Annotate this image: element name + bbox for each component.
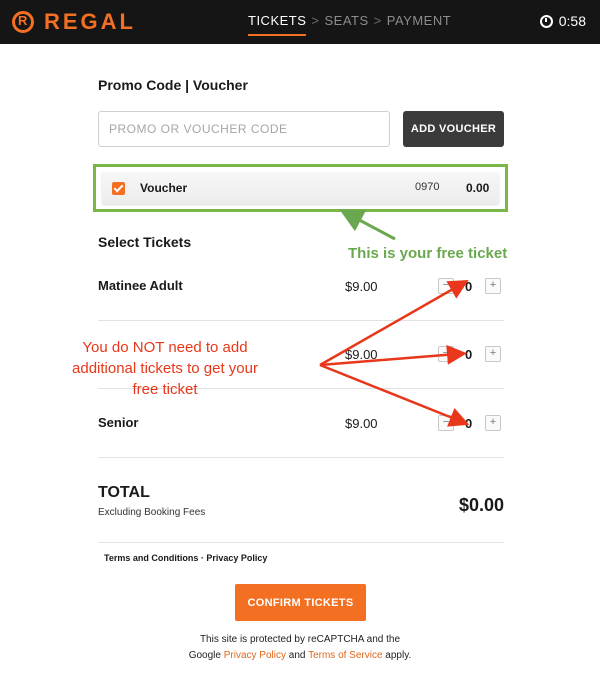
stopwatch-icon bbox=[539, 14, 553, 28]
step-tickets: TICKETS bbox=[248, 13, 307, 36]
ticket-price: $9.00 bbox=[345, 279, 378, 294]
ticket-type-name: Matinee Adult bbox=[98, 278, 183, 293]
total-sublabel: Excluding Booking Fees bbox=[98, 507, 206, 518]
total-value: $0.00 bbox=[458, 495, 504, 515]
ticket-price: $9.00 bbox=[345, 347, 378, 362]
step-separator: > bbox=[311, 13, 320, 28]
timer-value: 0:58 bbox=[558, 13, 586, 29]
voucher-highlight-box: Voucher 0970 0.00 bbox=[93, 164, 508, 212]
recaptcha-notice-line2: Google Privacy Policy and Terms of Servi… bbox=[0, 648, 600, 664]
total-label: TOTAL bbox=[98, 484, 150, 501]
free-ticket-annotation: This is your free ticket bbox=[348, 245, 508, 262]
increase-quantity-button[interactable]: + bbox=[485, 346, 501, 362]
regal-logo-icon bbox=[12, 11, 34, 33]
ticket-type-name: Senior bbox=[98, 415, 139, 430]
google-terms-link[interactable]: Terms of Service bbox=[308, 650, 382, 661]
decrease-quantity-button[interactable]: − bbox=[438, 278, 454, 294]
regal-logo[interactable]: REGAL bbox=[12, 9, 172, 35]
recaptcha-and: and bbox=[286, 650, 309, 661]
promo-code-input[interactable] bbox=[98, 111, 390, 147]
voucher-amount: 0.00 bbox=[466, 181, 490, 195]
legal-links: Terms and Conditions · Privacy Policy bbox=[104, 553, 267, 563]
red-arrow-middle bbox=[319, 344, 467, 367]
decrease-quantity-button[interactable]: − bbox=[438, 346, 454, 362]
confirm-tickets-button[interactable]: CONFIRM TICKETS bbox=[235, 584, 366, 621]
step-separator: > bbox=[373, 13, 382, 28]
privacy-link[interactable]: Privacy Policy bbox=[206, 553, 267, 563]
add-voucher-button[interactable]: ADD VOUCHER bbox=[403, 111, 504, 147]
voucher-label: Voucher bbox=[140, 181, 188, 195]
ticket-quantity: 0 bbox=[465, 279, 473, 294]
recaptcha-prefix: Google bbox=[188, 650, 224, 661]
top-nav-bar: REGAL TICKETS > SEATS > PAYMENT 0:58 bbox=[0, 0, 600, 44]
row-divider bbox=[98, 320, 504, 321]
section-divider bbox=[98, 542, 504, 543]
voucher-checkbox[interactable] bbox=[112, 182, 125, 195]
red-arrow-bottom bbox=[319, 363, 470, 427]
recaptcha-notice-line1: This site is protected by reCAPTCHA and … bbox=[199, 634, 401, 645]
green-arrow bbox=[339, 209, 396, 241]
booking-steps: TICKETS > SEATS > PAYMENT bbox=[248, 13, 452, 36]
ticket-quantity: 0 bbox=[465, 416, 473, 431]
no-extra-tickets-annotation: You do NOT need to add additional ticket… bbox=[72, 339, 258, 398]
decrease-quantity-button[interactable]: − bbox=[438, 415, 454, 431]
row-divider bbox=[98, 457, 504, 458]
ticket-quantity: 0 bbox=[465, 347, 473, 362]
session-timer: 0:58 bbox=[539, 13, 586, 29]
recaptcha-suffix: apply. bbox=[382, 650, 412, 661]
step-seats: SEATS bbox=[324, 13, 369, 28]
select-tickets-title: Select Tickets bbox=[98, 234, 192, 250]
ticket-price: $9.00 bbox=[345, 416, 378, 431]
increase-quantity-button[interactable]: + bbox=[485, 415, 501, 431]
promo-section-title: Promo Code | Voucher bbox=[98, 77, 248, 93]
terms-link[interactable]: Terms and Conditions bbox=[104, 553, 198, 563]
voucher-code: 0970 bbox=[415, 181, 440, 193]
increase-quantity-button[interactable]: + bbox=[485, 278, 501, 294]
step-payment: PAYMENT bbox=[386, 13, 452, 28]
google-privacy-link[interactable]: Privacy Policy bbox=[224, 650, 286, 661]
brand-name: REGAL bbox=[44, 9, 136, 34]
voucher-row[interactable]: Voucher 0970 0.00 bbox=[102, 172, 499, 204]
